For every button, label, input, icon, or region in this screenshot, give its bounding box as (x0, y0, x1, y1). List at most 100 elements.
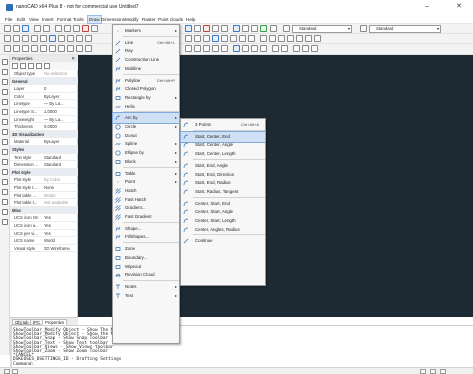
property-section-3d-visualization[interactable]: 3D Visualization (10, 130, 78, 139)
property-row-material[interactable]: Material ByLayer (10, 138, 78, 146)
sort-icon[interactable] (36, 63, 42, 69)
offset-icon[interactable] (31, 45, 38, 52)
circle-tool-icon[interactable] (31, 35, 38, 42)
property-row-lineweight[interactable]: Lineweight — By La... (10, 116, 78, 124)
property-row-ucs-icon-on[interactable]: UCS icon On Yes (10, 214, 78, 222)
zoom-extents-icon[interactable] (212, 25, 219, 32)
close-icon[interactable]: ✕ (71, 55, 75, 62)
preview-icon[interactable] (43, 25, 50, 32)
property-value[interactable]: 0 (44, 85, 77, 92)
property-row-linetype[interactable]: Linetype — By La... (10, 100, 78, 108)
text-icon[interactable] (2, 189, 8, 195)
pan-icon[interactable] (194, 25, 201, 32)
draw-menu-item-block[interactable]: Block ▸ (113, 157, 179, 167)
layer-iso-icon[interactable] (242, 45, 249, 52)
undo-icon[interactable] (82, 25, 89, 32)
draw-menu-item-fast-gradient[interactable]: Fast Gradient (113, 212, 179, 222)
insert-icon[interactable] (2, 209, 8, 215)
property-value[interactable]: — By La... (44, 100, 77, 107)
property-row-visual-style[interactable]: Visual style 2D Wireframe (10, 245, 78, 253)
draw-menu-item-fillshapes[interactable]: FillShapes... (113, 232, 179, 242)
tool-palette-icon[interactable] (260, 25, 267, 32)
lineweight-icon[interactable] (239, 35, 246, 42)
dim-aligned-icon[interactable] (194, 45, 201, 52)
save-icon[interactable] (22, 25, 29, 32)
arc-icon[interactable] (2, 79, 8, 85)
property-row-text-style[interactable]: Text style Standard (10, 154, 78, 162)
draw-menu-item-markers[interactable]: Markers ▸ (113, 26, 179, 36)
property-section-general[interactable]: General (10, 77, 78, 86)
toggle-pickadd-icon[interactable] (28, 63, 34, 69)
gradient-icon[interactable] (2, 159, 8, 165)
menu-modify[interactable]: Modify (125, 17, 139, 22)
property-value[interactable]: 1.0000 (44, 108, 77, 115)
property-value[interactable]: ByLayer (44, 93, 77, 100)
minimize-button[interactable]: – (420, 2, 434, 12)
view-front-icon[interactable] (302, 45, 309, 52)
rectangle-tool-icon[interactable] (40, 35, 47, 42)
cut-icon[interactable] (55, 25, 62, 32)
menu-file[interactable]: File (5, 17, 12, 22)
arc-menu-item-3-points[interactable]: 3 Points Ctrl+Alt+A (181, 120, 265, 130)
property-value[interactable]: ByLayer (44, 138, 77, 145)
property-value[interactable]: 2D Wireframe (44, 245, 77, 252)
property-row-ucs-name[interactable]: UCS name World (10, 237, 78, 245)
property-row-ucs-icon-a[interactable]: UCS icon a... Yes (10, 222, 78, 230)
property-section-styles[interactable]: Styles (10, 146, 78, 154)
copy-object-icon[interactable] (13, 45, 20, 52)
property-value[interactable]: None (44, 184, 77, 191)
filter-icon[interactable] (44, 63, 50, 69)
osnap-quadrant-icon[interactable] (296, 35, 303, 42)
menu-draw[interactable]: Draw (87, 15, 102, 24)
menu-edit[interactable]: Edit (17, 17, 25, 22)
polyline-tool-icon[interactable] (13, 35, 20, 42)
polygon-icon[interactable] (2, 109, 8, 115)
erase-icon[interactable] (4, 45, 11, 52)
arc-menu-item-continue[interactable]: Continue (181, 236, 265, 246)
layer-state-icon[interactable] (233, 45, 240, 52)
close-button[interactable]: ✕ (452, 2, 466, 12)
osnap-node-icon[interactable] (287, 35, 294, 42)
layer-freeze-icon[interactable] (251, 45, 258, 52)
mirror-icon[interactable] (22, 45, 29, 52)
dim-angular-icon[interactable] (221, 45, 228, 52)
open-icon[interactable] (13, 25, 20, 32)
menu-insert[interactable]: Insert (42, 17, 54, 22)
arc-menu-item-center-angles-radius[interactable]: Center, Angles, Radius (181, 225, 265, 235)
property-value[interactable]: — By La... (44, 116, 77, 123)
draw-menu-item-text[interactable]: Text ▸ (113, 291, 179, 301)
property-value[interactable]: No selection (44, 70, 77, 77)
property-row-plot-style-t[interactable]: Plot style t... None (10, 184, 78, 192)
grid-icon[interactable] (194, 35, 201, 42)
workspace-icon[interactable] (440, 369, 446, 374)
circle-icon[interactable] (2, 89, 8, 95)
text-tool-icon[interactable] (58, 35, 65, 42)
property-row-plot-table[interactable]: Plot table ... Model (10, 192, 78, 200)
line-icon[interactable] (2, 59, 8, 65)
point-icon[interactable] (2, 139, 8, 145)
trim-icon[interactable] (85, 45, 92, 52)
property-row-thickness[interactable]: Thickness 0.0000 (10, 123, 78, 131)
dim-style-select[interactable]: Standard ▾ (369, 25, 441, 33)
osnap-icon[interactable] (221, 35, 228, 42)
move-icon[interactable] (49, 45, 56, 52)
command-window-grip[interactable] (10, 326, 12, 368)
view-iso-icon[interactable] (311, 45, 318, 52)
hatch-tool-icon[interactable] (49, 35, 56, 42)
property-value[interactable]: World (44, 237, 77, 244)
hatch-icon[interactable] (2, 149, 8, 155)
osnap-endpoint-icon[interactable] (260, 35, 267, 42)
image-icon[interactable] (2, 219, 8, 225)
menu-tools[interactable]: Tools (73, 17, 84, 22)
property-value[interactable]: Standard (44, 161, 77, 168)
otrack-icon[interactable] (230, 35, 237, 42)
dim-linear-icon[interactable] (185, 45, 192, 52)
array-icon[interactable] (40, 45, 47, 52)
match-properties-icon[interactable] (272, 45, 279, 52)
property-section-misc[interactable]: Misc (10, 206, 78, 215)
annotation-icon[interactable] (430, 369, 436, 374)
scale-icon[interactable] (67, 45, 74, 52)
property-row-plot-table-t[interactable]: Plot table t... Not available (10, 199, 78, 207)
block-tool-icon[interactable] (67, 35, 74, 42)
rotate-icon[interactable] (58, 45, 65, 52)
